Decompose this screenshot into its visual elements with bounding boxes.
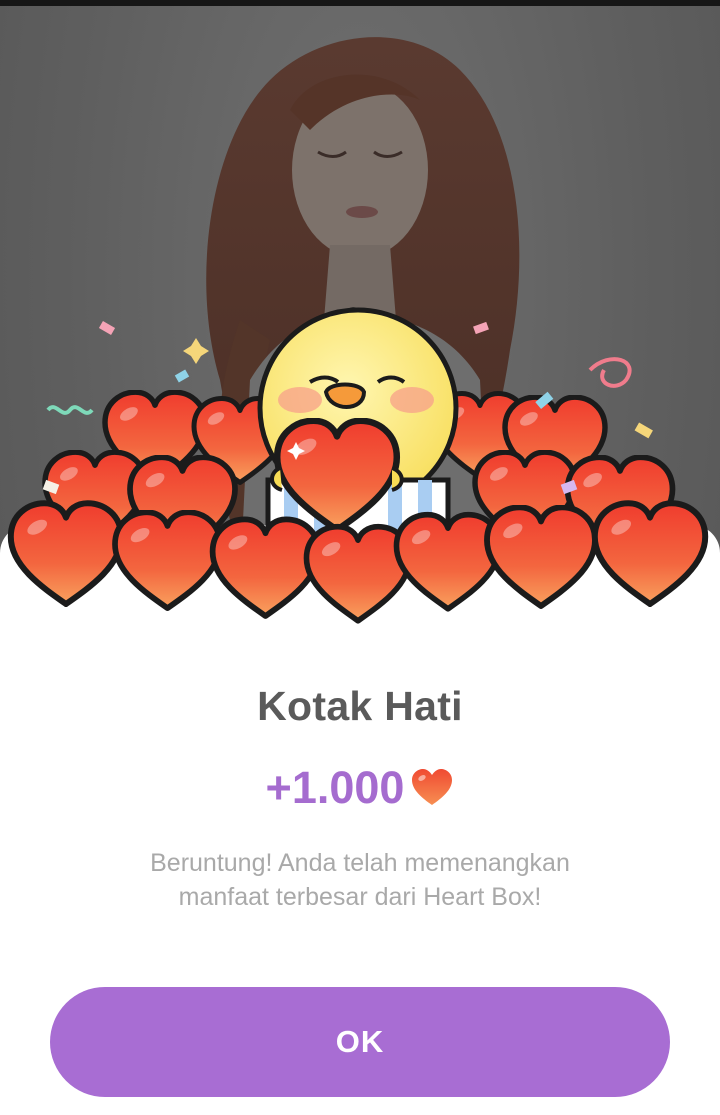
heart-icon xyxy=(412,769,453,805)
status-bar-edge xyxy=(0,0,720,6)
heart-decoration xyxy=(11,503,121,604)
ok-button[interactable]: OK xyxy=(50,987,670,1097)
heart-decoration xyxy=(213,519,319,616)
reward-row: +1.000 xyxy=(0,760,720,816)
message-line-2: manfaat terbesar dari Heart Box! xyxy=(178,883,542,911)
heart-decoration xyxy=(595,503,705,604)
heart-decoration xyxy=(396,515,499,609)
ok-button-label: OK xyxy=(335,1024,385,1059)
message-line-1: Beruntung! Anda telah memenangkan xyxy=(150,849,570,877)
heart-decoration xyxy=(487,507,595,606)
heart-decoration xyxy=(115,512,220,608)
dialog-message: Beruntung! Anda telah memenangkan manfaa… xyxy=(0,846,720,914)
dialog-title: Kotak Hati xyxy=(257,683,463,729)
heart-box-illustration xyxy=(0,307,720,640)
reward-amount: +1.000 xyxy=(265,762,405,813)
